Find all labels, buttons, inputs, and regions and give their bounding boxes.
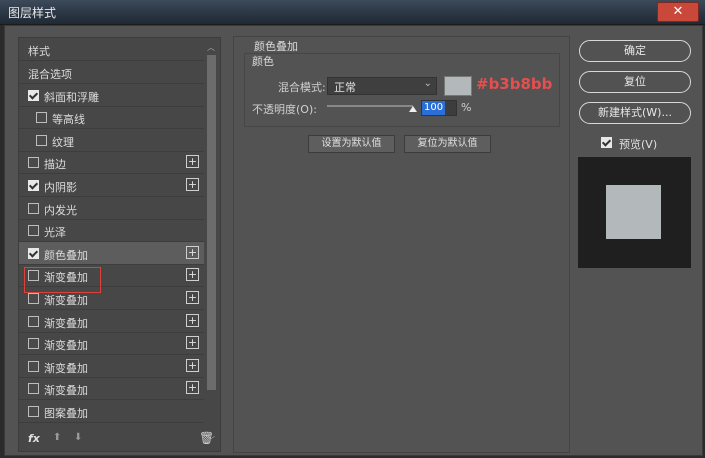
color-overlay-title: 颜色叠加 bbox=[254, 40, 298, 53]
style-item-label: 渐变叠加 bbox=[44, 316, 88, 330]
style-item-checkbox[interactable] bbox=[28, 247, 39, 259]
style-item-checkbox[interactable] bbox=[28, 293, 39, 304]
style-item-label: 图案叠加 bbox=[44, 407, 88, 420]
style-item-label: 斜面和浮雕 bbox=[44, 90, 99, 104]
style-list-toolbar: fx ⬆ ⬇ 🗑 bbox=[19, 427, 220, 451]
style-item-label: 渐变叠加 bbox=[44, 294, 88, 307]
style-item-label: 等高线 bbox=[52, 113, 85, 127]
style-item-label: 混合选项 bbox=[28, 68, 72, 81]
style-item[interactable]: 渐变叠加 + bbox=[19, 377, 204, 401]
style-item[interactable]: 图案叠加 bbox=[19, 400, 204, 423]
style-item[interactable]: 渐变叠加 + bbox=[19, 332, 204, 356]
scrollbar-thumb[interactable] bbox=[207, 55, 216, 390]
layer-style-dialog: 样式 混合选项 斜面和浮雕 等高线 纹理 描边 + 内阴影 + 内发光 光泽 颜色叠加 + 渐变叠加 + 渐… bbox=[4, 25, 703, 456]
preview-label: 预览(V) bbox=[619, 138, 658, 151]
style-item[interactable]: 斜面和浮雕 bbox=[19, 84, 204, 107]
style-item[interactable]: 纹理 bbox=[19, 129, 204, 152]
style-item[interactable]: 颜色叠加 + bbox=[19, 241, 204, 265]
style-item-checkbox[interactable] bbox=[28, 89, 39, 101]
reset-button[interactable]: 复位 bbox=[579, 71, 691, 93]
style-item-label: 纹理 bbox=[52, 135, 74, 149]
window-title: 图层样式 bbox=[8, 6, 57, 20]
style-list-header: 样式 bbox=[19, 38, 204, 61]
style-item-label: 内发光 bbox=[44, 203, 77, 217]
highlight-box bbox=[24, 267, 101, 293]
scroll-up-icon[interactable]: ︿ bbox=[207, 42, 215, 53]
opacity-input[interactable]: 100 bbox=[421, 100, 457, 116]
preview-checkbox[interactable] bbox=[601, 137, 612, 148]
style-header-label: 样式 bbox=[28, 45, 50, 58]
add-effect-icon[interactable]: + bbox=[186, 358, 199, 372]
preview-thumbnail bbox=[578, 157, 691, 268]
style-item-checkbox[interactable] bbox=[28, 202, 39, 214]
style-item-label: 内阴影 bbox=[44, 181, 77, 194]
move-down-icon[interactable]: ⬇ bbox=[74, 432, 82, 443]
style-item-label: 描边 bbox=[44, 158, 66, 172]
opacity-slider[interactable] bbox=[327, 105, 413, 107]
title-bar: 图层样式 ✕ bbox=[0, 0, 705, 25]
style-item-checkbox[interactable] bbox=[28, 406, 39, 417]
style-item[interactable]: 渐变叠加 + bbox=[19, 310, 204, 333]
ok-button[interactable]: 确定 bbox=[579, 40, 691, 62]
style-item-checkbox[interactable] bbox=[36, 134, 47, 146]
style-item-checkbox[interactable] bbox=[28, 225, 39, 237]
opacity-value: 100 bbox=[422, 101, 446, 115]
close-icon: ✕ bbox=[672, 4, 684, 19]
style-item-label: 渐变叠加 bbox=[44, 384, 88, 398]
preview-swatch bbox=[606, 185, 661, 239]
close-button[interactable]: ✕ bbox=[657, 2, 699, 22]
reset-default-button[interactable]: 复位为默认值 bbox=[404, 135, 491, 153]
style-item[interactable]: 等高线 bbox=[19, 106, 204, 130]
chevron-down-icon: ⌄ bbox=[423, 78, 432, 89]
opacity-label: 不透明度(O): bbox=[252, 103, 317, 116]
style-item[interactable]: 混合选项 bbox=[19, 61, 204, 84]
style-item-checkbox[interactable] bbox=[36, 112, 47, 124]
trash-icon[interactable]: 🗑 bbox=[199, 431, 214, 445]
style-item-label: 渐变叠加 bbox=[44, 361, 88, 375]
style-item-checkbox[interactable] bbox=[28, 383, 39, 395]
add-effect-icon[interactable]: + bbox=[186, 291, 199, 304]
add-effect-icon[interactable]: + bbox=[186, 245, 199, 259]
style-item-checkbox[interactable] bbox=[28, 338, 39, 350]
style-item-checkbox[interactable] bbox=[28, 360, 39, 372]
style-list-panel: 样式 混合选项 斜面和浮雕 等高线 纹理 描边 + 内阴影 + 内发光 光泽 颜色叠加 + 渐变叠加 + 渐… bbox=[18, 37, 221, 452]
blend-mode-select[interactable]: 正常 ⌄ bbox=[327, 77, 437, 95]
opacity-unit: % bbox=[461, 101, 472, 114]
style-item[interactable]: 光泽 bbox=[19, 219, 204, 243]
add-effect-icon[interactable]: + bbox=[186, 268, 199, 282]
style-item[interactable]: 内发光 bbox=[19, 197, 204, 220]
move-up-icon[interactable]: ⬆ bbox=[53, 432, 61, 443]
style-item[interactable]: 描边 + bbox=[19, 151, 204, 175]
add-effect-icon[interactable]: + bbox=[186, 381, 199, 395]
fx-icon[interactable]: fx bbox=[28, 432, 40, 445]
add-effect-icon[interactable]: + bbox=[186, 336, 199, 350]
style-item-label: 颜色叠加 bbox=[44, 248, 88, 262]
style-item[interactable]: 渐变叠加 + bbox=[19, 355, 204, 378]
style-list-scrollbar[interactable] bbox=[207, 55, 216, 435]
color-swatch[interactable] bbox=[444, 76, 472, 96]
color-hex-label: #b3b8bb bbox=[476, 75, 553, 93]
new-style-button[interactable]: 新建样式(W)... bbox=[579, 102, 691, 124]
add-effect-icon[interactable]: + bbox=[186, 313, 199, 327]
color-subgroup-title: 颜色 bbox=[252, 55, 274, 68]
style-item-checkbox[interactable] bbox=[28, 315, 39, 327]
set-default-button[interactable]: 设置为默认值 bbox=[308, 135, 395, 153]
style-item-label: 渐变叠加 bbox=[44, 339, 88, 353]
style-item-checkbox[interactable] bbox=[28, 157, 39, 169]
add-effect-icon[interactable]: + bbox=[186, 178, 199, 191]
style-item[interactable]: 内阴影 + bbox=[19, 174, 204, 197]
style-item-checkbox[interactable] bbox=[28, 180, 39, 191]
opacity-slider-knob[interactable] bbox=[409, 106, 417, 112]
color-overlay-panel: 颜色叠加 颜色 混合模式: 正常 ⌄ #b3b8bb 不透明度(O): 100 … bbox=[233, 36, 570, 453]
style-item-label: 光泽 bbox=[44, 226, 66, 240]
blend-mode-label: 混合模式: bbox=[278, 81, 326, 94]
add-effect-icon[interactable]: + bbox=[186, 155, 199, 169]
blend-mode-value: 正常 bbox=[334, 81, 356, 94]
